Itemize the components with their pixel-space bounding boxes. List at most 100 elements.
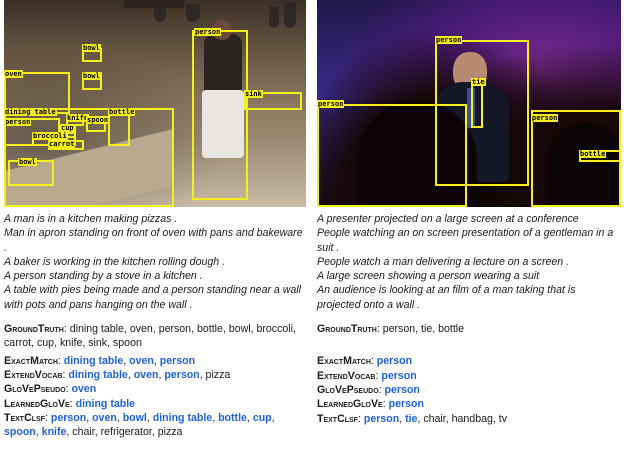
matched-object-label: tie <box>405 412 418 425</box>
bbox-bottle <box>108 114 130 146</box>
method-result-line: GloVePseudo: oven <box>4 383 97 396</box>
matched-object-label: dining table <box>68 368 128 381</box>
object-label: person <box>158 323 192 336</box>
object-label: pizza <box>157 426 183 439</box>
matched-object-label: spoon <box>4 426 36 439</box>
bbox-label-sink: sink <box>244 90 263 98</box>
matched-object-label: dining table <box>63 354 124 367</box>
bbox-label-dining-table: dining table <box>4 108 57 116</box>
method-name: GroundTruth <box>4 323 64 336</box>
caption: People watch a man delivering a lecture … <box>317 255 570 268</box>
method-result-line: GroundTruth: dining table, oven, person,… <box>4 323 296 350</box>
object-label: tie <box>421 323 433 336</box>
matched-object-label: oven <box>133 368 159 381</box>
left-example-panel: bowl oven bowl person person dining tabl… <box>4 0 306 439</box>
caption: A person standing by a stove in a kitche… <box>4 270 203 283</box>
bbox-label-bowl-2: bowl <box>82 72 101 80</box>
matched-object-label: person <box>164 368 200 381</box>
object-label: refrigerator <box>100 426 152 439</box>
method-name: LearnedGloVe <box>317 398 383 411</box>
matched-object-label: oven <box>71 383 97 396</box>
method-result-line: ExactMatch: person <box>317 355 413 368</box>
object-label: pizza <box>205 368 231 381</box>
caption: An audience is looking at an film of a m… <box>317 284 576 311</box>
matched-object-label: person <box>50 411 87 424</box>
object-label: broccoli <box>256 323 293 336</box>
bbox-label-person-1: person <box>194 28 222 36</box>
conference-photo: person tie person person bottle <box>317 0 621 207</box>
caption: Man in apron standing on front of oven w… <box>4 227 303 254</box>
matched-object-label: cup <box>252 411 272 424</box>
bbox-label-spoon: spoon <box>86 116 110 124</box>
bbox-person-1 <box>192 30 248 200</box>
method-name: GloVePseudo <box>4 383 66 396</box>
kitchen-photo: bowl oven bowl person person dining tabl… <box>4 0 306 207</box>
matched-object-label: person <box>384 383 420 396</box>
object-label: dining table <box>69 323 124 336</box>
bbox-label-oven: oven <box>4 70 23 78</box>
method-result-line: TextClsf: person, tie, chair, handbag, t… <box>317 412 508 425</box>
object-label: carrot <box>4 337 32 350</box>
matched-object-label: dining table <box>75 397 136 410</box>
method-name: TextClsf <box>4 411 45 424</box>
bbox-label-person-audience-right: person <box>531 114 559 122</box>
method-result-line: TextClsf: person, oven, bowl, dining tab… <box>4 411 275 439</box>
method-name: ExactMatch <box>317 355 371 368</box>
matched-object-label: person <box>388 398 424 411</box>
method-result-line: LearnedGloVe: person <box>317 398 424 411</box>
method-result-line: LearnedGloVe: dining table <box>4 397 136 410</box>
bbox-label-person-audience-left: person <box>317 100 345 108</box>
bbox-label-bottle-right: bottle <box>579 150 607 158</box>
bbox-label-broccoli: broccoli <box>32 132 68 140</box>
bbox-label-bowl-3: bowl <box>18 158 37 166</box>
matched-object-label: bottle <box>218 411 247 424</box>
bbox-label-bottle: bottle <box>108 108 136 116</box>
bbox-label-tie: tie <box>471 78 486 86</box>
caption-list: A presenter projected on a large screen … <box>317 212 621 312</box>
object-label: cup <box>36 337 55 350</box>
method-results: GroundTruth: dining table, oven, person,… <box>4 322 306 439</box>
matched-object-label: knife <box>41 426 67 439</box>
matched-object-label: person <box>159 354 196 367</box>
bbox-label-cup: cup <box>60 124 75 132</box>
bbox-label-bowl-1: bowl <box>82 44 101 52</box>
method-name: TextClsf <box>317 412 358 425</box>
object-label: bottle <box>438 323 465 336</box>
bbox-label-carrot: carrot <box>48 140 76 148</box>
method-results: GroundTruth: person, tie, bottle ExactMat… <box>317 322 621 426</box>
object-label: spoon <box>112 337 142 350</box>
caption: A table with pies being made and a perso… <box>4 284 302 311</box>
method-name: GloVePseudo <box>317 383 379 396</box>
method-name: LearnedGloVe <box>4 397 70 410</box>
method-result-line: GroundTruth: person, tie, bottle <box>317 323 465 336</box>
method-result-line: ExactMatch: dining table, oven, person <box>4 354 196 367</box>
right-example-panel: person tie person person bottle A presen… <box>317 0 621 426</box>
object-label: bottle <box>196 323 223 336</box>
caption: People watching an on screen presentatio… <box>317 227 614 254</box>
method-name: GroundTruth <box>317 323 377 336</box>
method-result-line: GloVePseudo: person <box>317 383 420 396</box>
matched-object-label: bowl <box>122 411 147 424</box>
method-name: ExtendVocab <box>4 368 63 381</box>
method-result-line: ExtendVocab: dining table, oven, person,… <box>4 368 231 381</box>
method-name: ExtendVocab <box>317 369 376 382</box>
object-label: bowl <box>228 323 251 336</box>
matched-object-label: oven <box>92 411 117 424</box>
caption: A baker is working in the kitchen rollin… <box>4 255 226 268</box>
object-label: handbag <box>451 412 493 425</box>
matched-object-label: dining table <box>152 411 213 424</box>
caption: A presenter projected on a large screen … <box>317 213 579 225</box>
object-label: chair <box>72 426 95 439</box>
object-label: person <box>382 323 416 336</box>
object-label: oven <box>129 323 153 336</box>
object-label: sink <box>88 337 108 350</box>
caption-list: A man is in a kitchen making pizzas . Ma… <box>4 212 306 312</box>
caption: A large screen showing a person wearing … <box>317 270 540 283</box>
caption: A man is in a kitchen making pizzas . <box>4 213 178 225</box>
matched-object-label: person <box>376 355 413 368</box>
bbox-label-person-presenter: person <box>435 36 463 44</box>
matched-object-label: person <box>363 412 400 425</box>
method-result-line: ExtendVocab: person <box>317 369 417 382</box>
object-label: tv <box>498 412 508 425</box>
object-label: chair <box>423 412 446 425</box>
